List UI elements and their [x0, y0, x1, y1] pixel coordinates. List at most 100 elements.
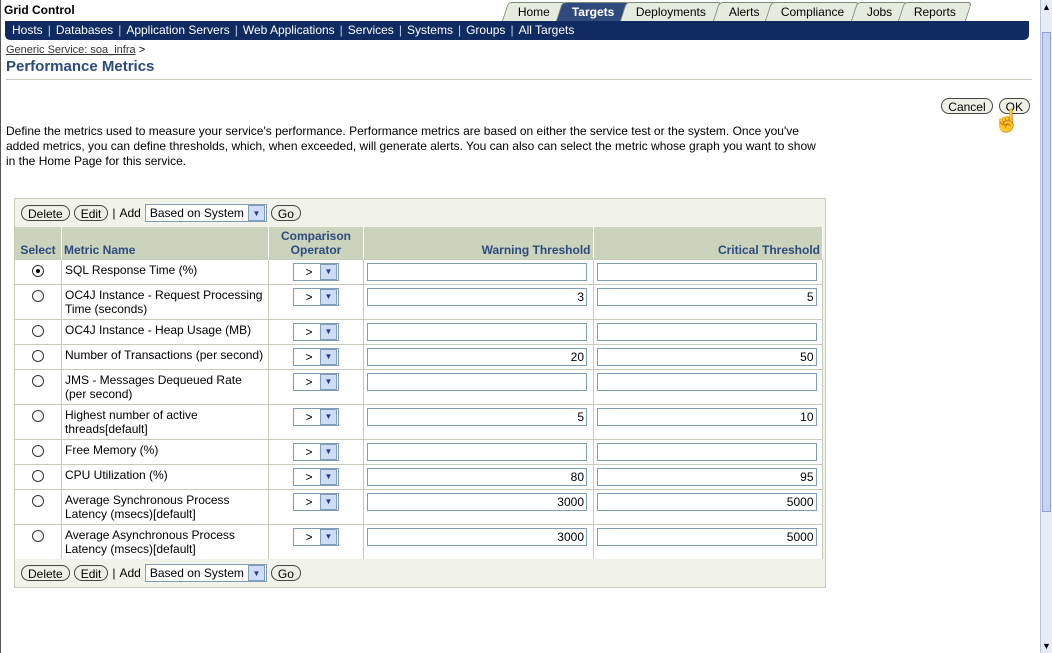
- row-select-radio[interactable]: [32, 265, 44, 277]
- comparison-select[interactable]: > ▼: [293, 348, 339, 366]
- critical-cell: 5000: [593, 489, 823, 525]
- comparison-select[interactable]: > ▼: [293, 468, 339, 486]
- subnav-databases[interactable]: Databases: [56, 23, 113, 37]
- tab-compliance[interactable]: Compliance: [765, 2, 861, 21]
- add-source-select[interactable]: Based on System ▼: [144, 204, 267, 222]
- breadcrumb-service-link[interactable]: Generic Service: soa_infra: [6, 44, 136, 56]
- warning-cell: [363, 259, 594, 285]
- chevron-down-icon: ▼: [320, 374, 337, 390]
- select-cell: [15, 344, 62, 370]
- comparison-select[interactable]: > ▼: [293, 263, 339, 281]
- edit-button[interactable]: Edit: [73, 205, 109, 221]
- comparison-cell: > ▼: [268, 464, 364, 490]
- warning-threshold-input[interactable]: [367, 373, 587, 391]
- row-select-radio[interactable]: [32, 495, 44, 507]
- critical-threshold-input[interactable]: 10: [596, 408, 817, 426]
- table-toolbar-bottom: Delete Edit | Add Based on System ▼ Go: [15, 559, 825, 587]
- metric-name: OC4J Instance - Heap Usage (MB): [65, 323, 252, 337]
- row-select-radio[interactable]: [32, 350, 44, 362]
- delete-button[interactable]: Delete: [21, 565, 70, 581]
- select-cell: [15, 489, 62, 525]
- table-row: OC4J Instance - Request Processing Time …: [15, 284, 823, 320]
- critical-threshold-input[interactable]: [596, 263, 817, 281]
- critical-cell: 5: [593, 284, 823, 320]
- comparison-select[interactable]: > ▼: [293, 288, 339, 306]
- row-select-radio[interactable]: [32, 325, 44, 337]
- row-select-radio[interactable]: [32, 375, 44, 387]
- metric-name: Highest number of active threads[default…: [65, 408, 198, 436]
- comparison-cell: > ▼: [268, 369, 364, 405]
- comparison-select[interactable]: > ▼: [293, 323, 339, 341]
- title-divider: [6, 79, 1032, 80]
- warning-threshold-input[interactable]: [367, 263, 587, 281]
- tab-deployments[interactable]: Deployments: [620, 2, 723, 21]
- metric-name: Average Synchronous Process Latency (mse…: [65, 493, 230, 521]
- warning-threshold-input[interactable]: 3000: [367, 528, 587, 546]
- chevron-down-icon: ▼: [320, 289, 337, 305]
- scroll-up-icon[interactable]: ▲: [1041, 0, 1052, 14]
- scroll-thumb[interactable]: [1042, 32, 1051, 512]
- add-source-select[interactable]: Based on System ▼: [144, 564, 267, 582]
- critical-threshold-input[interactable]: [596, 443, 817, 461]
- critical-threshold-input[interactable]: 50: [596, 348, 817, 366]
- metric-name: Free Memory (%): [65, 443, 159, 457]
- warning-threshold-input[interactable]: [367, 443, 587, 461]
- warning-threshold-input[interactable]: 80: [367, 468, 587, 486]
- comparison-select[interactable]: > ▼: [293, 528, 339, 546]
- comparison-select[interactable]: > ▼: [293, 373, 339, 391]
- warning-threshold-input[interactable]: 3: [367, 288, 587, 306]
- warning-cell: [363, 369, 594, 405]
- subnav-systems[interactable]: Systems: [407, 23, 453, 37]
- subnav-hosts[interactable]: Hosts: [12, 23, 43, 37]
- subnav-application-servers[interactable]: Application Servers: [126, 23, 229, 37]
- delete-button[interactable]: Delete: [21, 205, 70, 221]
- metric-name-cell: Number of Transactions (per second): [61, 344, 269, 370]
- critical-threshold-input[interactable]: 95: [596, 468, 817, 486]
- critical-cell: [593, 439, 823, 465]
- critical-threshold-input[interactable]: 5: [596, 288, 817, 306]
- breadcrumb-separator: >: [138, 44, 146, 56]
- hand-cursor-icon: ☝: [993, 108, 1021, 133]
- chevron-down-icon: ▼: [247, 205, 265, 221]
- warning-threshold-input[interactable]: 3000: [367, 493, 587, 511]
- metric-name-cell: OC4J Instance - Request Processing Time …: [61, 284, 269, 320]
- comparison-cell: > ▼: [268, 344, 364, 370]
- comparison-select[interactable]: > ▼: [293, 493, 339, 511]
- row-select-radio[interactable]: [32, 290, 44, 302]
- cancel-button[interactable]: Cancel: [941, 98, 993, 114]
- go-button[interactable]: Go: [270, 565, 301, 581]
- table-row: Highest number of active threads[default…: [15, 404, 823, 440]
- row-select-radio[interactable]: [32, 530, 44, 542]
- metric-name-cell: OC4J Instance - Heap Usage (MB): [61, 319, 269, 345]
- select-cell: [15, 259, 62, 285]
- critical-threshold-input[interactable]: [596, 323, 817, 341]
- row-select-radio[interactable]: [32, 470, 44, 482]
- tab-targets[interactable]: Targets: [555, 2, 631, 21]
- edit-button[interactable]: Edit: [73, 565, 109, 581]
- warning-threshold-input[interactable]: [367, 323, 587, 341]
- warning-cell: 3: [363, 284, 594, 320]
- scroll-down-icon[interactable]: ▼: [1041, 639, 1052, 653]
- subnav-web-applications[interactable]: Web Applications: [243, 23, 335, 37]
- subnav-all-targets[interactable]: All Targets: [519, 23, 575, 37]
- row-select-radio[interactable]: [32, 445, 44, 457]
- critical-threshold-input[interactable]: 5000: [596, 493, 817, 511]
- go-button[interactable]: Go: [270, 205, 301, 221]
- warning-threshold-input[interactable]: 20: [367, 348, 587, 366]
- comparison-cell: > ▼: [268, 404, 364, 440]
- critical-threshold-input[interactable]: 5000: [596, 528, 817, 546]
- row-select-radio[interactable]: [32, 410, 44, 422]
- warning-threshold-input[interactable]: 5: [367, 408, 587, 426]
- comparison-select[interactable]: > ▼: [293, 443, 339, 461]
- metric-name-cell: Highest number of active threads[default…: [61, 404, 269, 440]
- subnav-groups[interactable]: Groups: [466, 23, 505, 37]
- critical-cell: [593, 319, 823, 345]
- tab-reports[interactable]: Reports: [897, 2, 973, 21]
- comparison-select[interactable]: > ▼: [293, 408, 339, 426]
- vertical-scrollbar[interactable]: ▲ ▼: [1040, 0, 1052, 653]
- page-title: Performance Metrics: [6, 58, 155, 75]
- metrics-table: Select Metric Name Comparison Operator W…: [15, 227, 823, 559]
- subnav-services[interactable]: Services: [348, 23, 394, 37]
- toolbar-separator: |: [112, 566, 116, 580]
- critical-threshold-input[interactable]: [596, 373, 817, 391]
